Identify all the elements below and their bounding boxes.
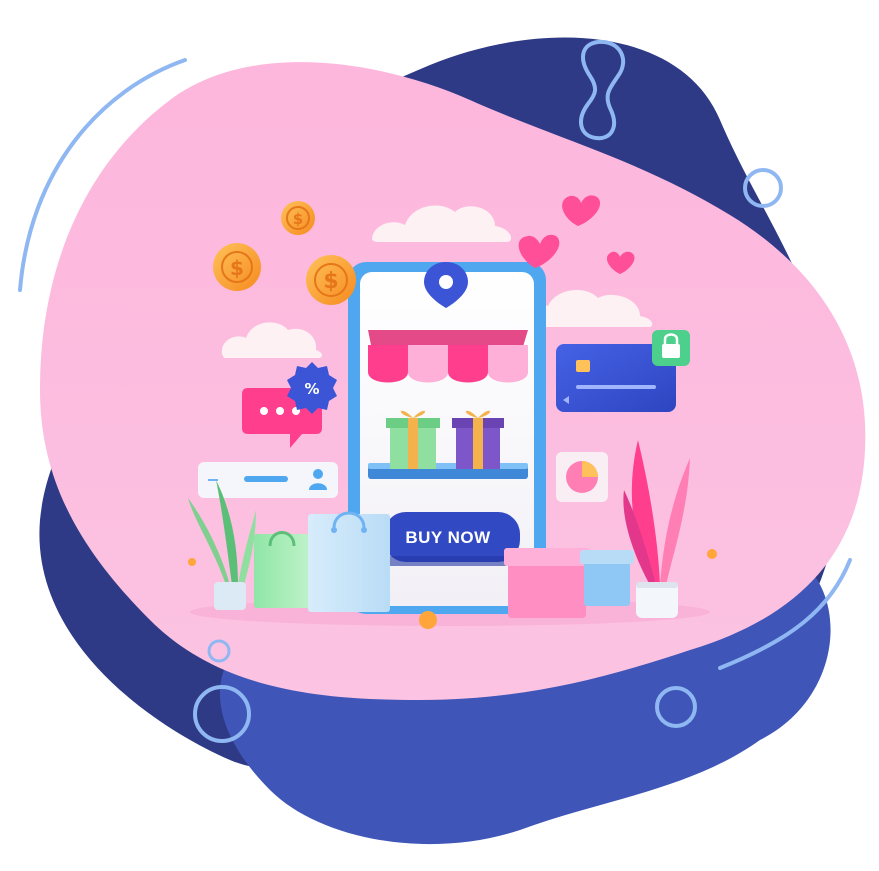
buy-now-button[interactable]: BUY NOW — [384, 512, 520, 566]
orange-ball — [707, 549, 717, 559]
svg-text:$: $ — [230, 256, 244, 280]
svg-text:$: $ — [293, 210, 303, 228]
gift-box-icon — [452, 410, 504, 469]
shopping-bag-icon — [254, 531, 310, 608]
ecommerce-illustration: BUY NOW $ $ $ % — [18, 37, 866, 845]
gift-box-icon — [386, 410, 440, 469]
lock-icon — [652, 330, 690, 366]
gift-box-icon — [580, 550, 634, 606]
buy-now-label: BUY NOW — [405, 528, 491, 547]
coin-icon: $ — [281, 201, 315, 235]
orange-ball — [419, 611, 437, 629]
orange-ball — [188, 558, 196, 566]
gift-box-icon — [504, 548, 590, 618]
svg-text:%: % — [304, 380, 319, 398]
coin-icon: $ — [306, 255, 356, 305]
shopping-bag-icon — [308, 511, 390, 612]
svg-text:$: $ — [323, 269, 338, 294]
coin-icon: $ — [213, 243, 261, 291]
pie-chart-icon — [556, 452, 608, 502]
